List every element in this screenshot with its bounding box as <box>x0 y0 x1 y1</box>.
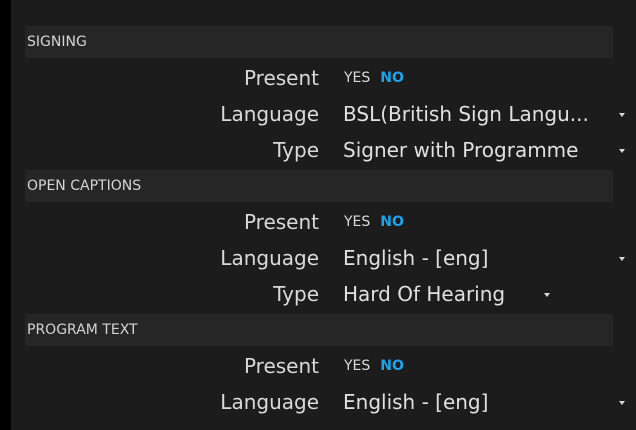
open-captions-language-label: Language <box>220 246 319 270</box>
signing-present-yes-option[interactable]: YES <box>344 70 370 86</box>
chevron-down-icon[interactable] <box>619 257 625 261</box>
signing-type-select[interactable]: Signer with Programme <box>343 132 578 168</box>
program-text-present-no-option[interactable]: NO <box>380 358 404 374</box>
open-captions-present-yes-option[interactable]: YES <box>344 214 370 230</box>
signing-present-toggle: YES NO <box>344 60 404 96</box>
chevron-down-icon[interactable] <box>544 293 550 297</box>
signing-present-label: Present <box>243 66 319 90</box>
chevron-down-icon[interactable] <box>619 113 625 117</box>
program-text-present-yes-option[interactable]: YES <box>344 358 370 374</box>
open-captions-language-select[interactable]: English - [eng] <box>343 240 488 276</box>
chevron-down-icon[interactable] <box>619 401 625 405</box>
program-text-present-label: Present <box>243 354 319 378</box>
section-header-signing: SIGNING <box>25 26 613 58</box>
open-captions-present-toggle: YES NO <box>344 204 404 240</box>
signing-language-label: Language <box>220 102 319 126</box>
accessibility-panel <box>11 0 636 430</box>
program-text-present-toggle: YES NO <box>344 348 404 384</box>
section-header-open-captions: OPEN CAPTIONS <box>25 170 613 202</box>
signing-present-no-option[interactable]: NO <box>380 70 404 86</box>
open-captions-type-label: Type <box>273 282 319 306</box>
section-header-program-text: PROGRAM TEXT <box>25 314 613 346</box>
open-captions-present-no-option[interactable]: NO <box>380 214 404 230</box>
program-text-language-label: Language <box>220 390 319 414</box>
program-text-language-select[interactable]: English - [eng] <box>343 384 488 420</box>
chevron-down-icon[interactable] <box>619 149 625 153</box>
open-captions-present-label: Present <box>243 210 319 234</box>
signing-language-select[interactable]: BSL(British Sign Langu... <box>343 96 589 132</box>
open-captions-type-select[interactable]: Hard Of Hearing <box>343 276 505 312</box>
signing-type-label: Type <box>273 138 319 162</box>
